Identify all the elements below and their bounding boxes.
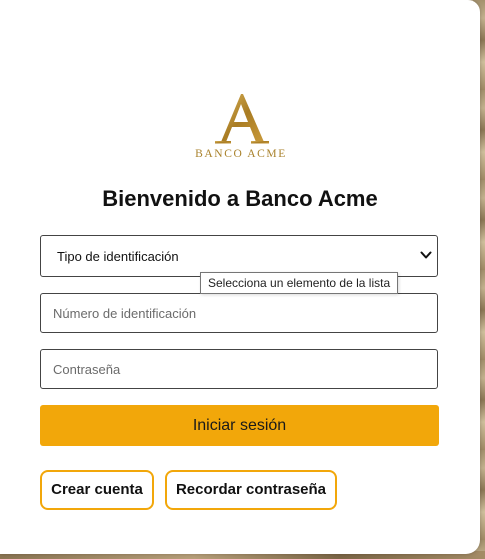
id-number-input[interactable] [41,294,437,332]
id-type-select[interactable]: Tipo de identificación [40,235,438,277]
login-card: BANCO ACME Bienvenido a Banco Acme Tipo … [0,0,480,554]
login-button[interactable]: Iniciar sesión [40,405,439,446]
bank-logo: BANCO ACME [193,90,289,164]
logo-text: BANCO ACME [195,148,287,160]
id-type-tooltip: Selecciona un elemento de la lista [200,272,399,294]
chevron-down-icon [420,251,432,259]
password-input[interactable] [41,350,437,388]
page-title: Bienvenido a Banco Acme [102,186,378,211]
logo-a-icon [215,94,269,144]
password-field-wrapper [40,349,438,389]
id-number-field-wrapper [40,293,438,333]
id-type-selected-value: Tipo de identificación [57,249,179,264]
create-account-button[interactable]: Crear cuenta [40,470,154,510]
remember-password-button[interactable]: Recordar contraseña [165,470,337,510]
